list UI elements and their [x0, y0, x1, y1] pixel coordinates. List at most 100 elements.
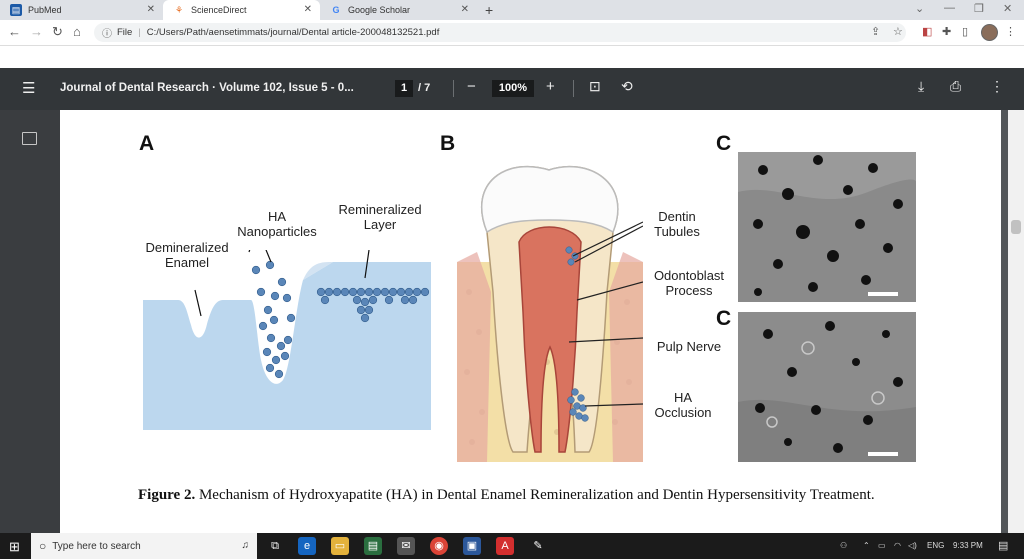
clock[interactable]: 9:33 PM — [953, 541, 983, 550]
label-demineralized-enamel: Demineralized Enamel — [145, 240, 229, 270]
language-indicator[interactable]: ENG — [927, 541, 944, 550]
sem-micrograph-top — [738, 152, 916, 302]
label-ha-occlusion: HA Occlusion — [654, 390, 712, 420]
share-icon[interactable]: ⇪ — [871, 25, 880, 38]
sem-micrograph-bottom — [738, 312, 916, 462]
tab-search-icon[interactable]: ⌄ — [915, 2, 924, 15]
pdf-title: Journal of Dental Research · Volume 102,… — [60, 82, 354, 94]
paint-icon[interactable]: ✎ — [529, 537, 547, 555]
browser-toolbar: ← → ↻ ⌂ ⓘ File | C:/Users/Path/aensetimm… — [0, 20, 1024, 46]
page-total: / 7 — [418, 82, 431, 94]
toolbar-divider — [453, 80, 454, 97]
window-close-icon[interactable]: ✕ — [1003, 2, 1012, 15]
scale-bar — [868, 292, 898, 296]
reload-icon[interactable]: ↻ — [52, 24, 63, 40]
gingiva-left — [457, 252, 491, 462]
panel-letter-c-bottom: C — [716, 307, 732, 330]
label-pulp-nerve: Pulp Nerve — [656, 339, 722, 354]
chrome-icon[interactable]: ◉ — [430, 537, 448, 555]
thumbnail-icon[interactable] — [22, 132, 37, 145]
wifi-icon[interactable]: ◠ — [894, 541, 901, 550]
close-icon[interactable]: ✕ — [304, 4, 312, 15]
thumbnail-rail — [0, 110, 60, 533]
content-top-margin — [0, 46, 1024, 68]
scrollbar-thumb[interactable] — [1011, 220, 1021, 234]
google-icon: G — [332, 5, 340, 15]
address-scheme: File — [117, 27, 133, 38]
tab-google-scholar[interactable]: G Google Scholar ✕ — [320, 0, 477, 20]
sciencedirect-icon: ⚘ — [174, 5, 184, 15]
tab-strip: ▤ PubMed ✕ ⚘ ScienceDirect ✕ G Google Sc… — [0, 0, 1024, 20]
tab-label: PubMed — [28, 5, 62, 15]
tab-sciencedirect[interactable]: ⚘ ScienceDirect ✕ — [163, 0, 320, 20]
fit-to-page-icon[interactable]: ⊡ — [589, 78, 601, 95]
label-ha-nanoparticles: HA Nanoparticles — [237, 209, 317, 239]
more-options-icon[interactable]: ⋮ — [990, 78, 1004, 95]
new-tab-icon[interactable]: + — [485, 2, 493, 18]
people-icon[interactable]: ⚇ — [840, 541, 847, 550]
battery-icon[interactable]: ▭ — [878, 541, 886, 550]
label-remineralized-layer: Remineralized Layer — [338, 202, 422, 232]
pdf-toolbar: ☰ Journal of Dental Research · Volume 10… — [0, 68, 1024, 110]
address-bar[interactable]: ⓘ File | C:/Users/Path/aensetimmats/jour… — [94, 23, 906, 42]
address-url: C:/Users/Path/aensetimmats/journal/Denta… — [146, 27, 440, 38]
menu-dots-icon[interactable]: ⋮ — [1005, 25, 1016, 38]
photos-icon[interactable]: ▣ — [463, 537, 481, 555]
search-placeholder: Type here to search — [52, 540, 141, 552]
taskbar-search-box[interactable]: ○ Type here to search ♫ — [31, 533, 257, 559]
pubmed-icon: ▤ — [10, 4, 22, 16]
enamel-surface — [143, 262, 431, 430]
caption-label: Figure 2. — [138, 487, 196, 503]
volume-icon[interactable]: ◁) — [908, 541, 917, 550]
forward-icon[interactable]: → — [30, 24, 43, 39]
label-dentin-tubules: Dentin Tubules — [654, 209, 700, 239]
side-panel-icon[interactable]: ▯ — [962, 25, 968, 38]
figure-caption: Figure 2. Mechanism of Hydroxyapatite (H… — [138, 486, 938, 504]
task-view-icon[interactable]: ⧉ — [266, 537, 284, 555]
extensions-puzzle-icon[interactable]: ✚ — [942, 25, 951, 38]
microphone-icon[interactable]: ♫ — [242, 540, 250, 551]
search-icon: ○ — [39, 539, 47, 553]
back-icon[interactable]: ← — [8, 24, 21, 39]
panel-letter-b: B — [440, 132, 456, 155]
windows-taskbar: ⊞ ○ Type here to search ♫ ⧉ e ▭ ▤ ✉ ◉ ▣ … — [0, 533, 1024, 559]
close-icon[interactable]: ✕ — [147, 4, 155, 15]
edge-icon[interactable]: e — [298, 537, 316, 555]
panel-letter-c-top: C — [716, 132, 732, 155]
zoom-out-icon[interactable]: − — [467, 78, 476, 95]
label-odontoblast-process: Odontoblast Process — [653, 268, 725, 298]
store-icon[interactable]: ▤ — [364, 537, 382, 555]
notifications-icon[interactable]: ▤ — [998, 539, 1008, 552]
tooth-cross-section-diagram — [457, 165, 643, 462]
file-explorer-icon[interactable]: ▭ — [331, 537, 349, 555]
tab-pubmed[interactable]: ▤ PubMed ✕ — [0, 0, 163, 20]
profile-avatar[interactable] — [981, 24, 998, 41]
enamel-remineralization-diagram — [143, 250, 431, 430]
home-icon[interactable]: ⌂ — [73, 24, 81, 39]
hamburger-menu-icon[interactable]: ☰ — [22, 79, 35, 97]
minimize-icon[interactable]: — — [944, 2, 955, 14]
page-number-input[interactable]: 1 — [395, 80, 413, 97]
tab-label: Google Scholar — [348, 5, 411, 15]
print-icon[interactable]: ⎙ — [950, 78, 961, 95]
mail-icon[interactable]: ✉ — [397, 537, 415, 555]
extension-badge-icon[interactable]: ◧ — [922, 25, 932, 38]
rotate-icon[interactable]: ⟲ — [621, 78, 633, 95]
scrollbar[interactable] — [1008, 110, 1024, 533]
close-icon[interactable]: ✕ — [461, 4, 469, 15]
info-icon[interactable]: ⓘ — [102, 25, 112, 40]
pdf-page: A B C C Demineralized Enamel HA Nanopart… — [60, 110, 1001, 533]
tray-chevron-icon[interactable]: ⌃ — [863, 541, 870, 550]
windows-start-icon[interactable]: ⊞ — [9, 539, 20, 555]
zoom-in-icon[interactable]: + — [546, 78, 555, 95]
caption-text: Mechanism of Hydroxyapatite (HA) in Dent… — [195, 487, 875, 503]
acrobat-icon[interactable]: A — [496, 537, 514, 555]
address-divider: | — [138, 27, 141, 38]
bookmark-star-icon[interactable]: ☆ — [893, 25, 903, 38]
zoom-level-input[interactable]: 100% — [492, 80, 534, 97]
tab-label: ScienceDirect — [191, 5, 247, 15]
restore-icon[interactable]: ❐ — [974, 2, 984, 15]
panel-letter-a: A — [139, 132, 155, 155]
scale-bar — [868, 452, 898, 456]
download-icon[interactable]: ⤓ — [918, 78, 924, 95]
